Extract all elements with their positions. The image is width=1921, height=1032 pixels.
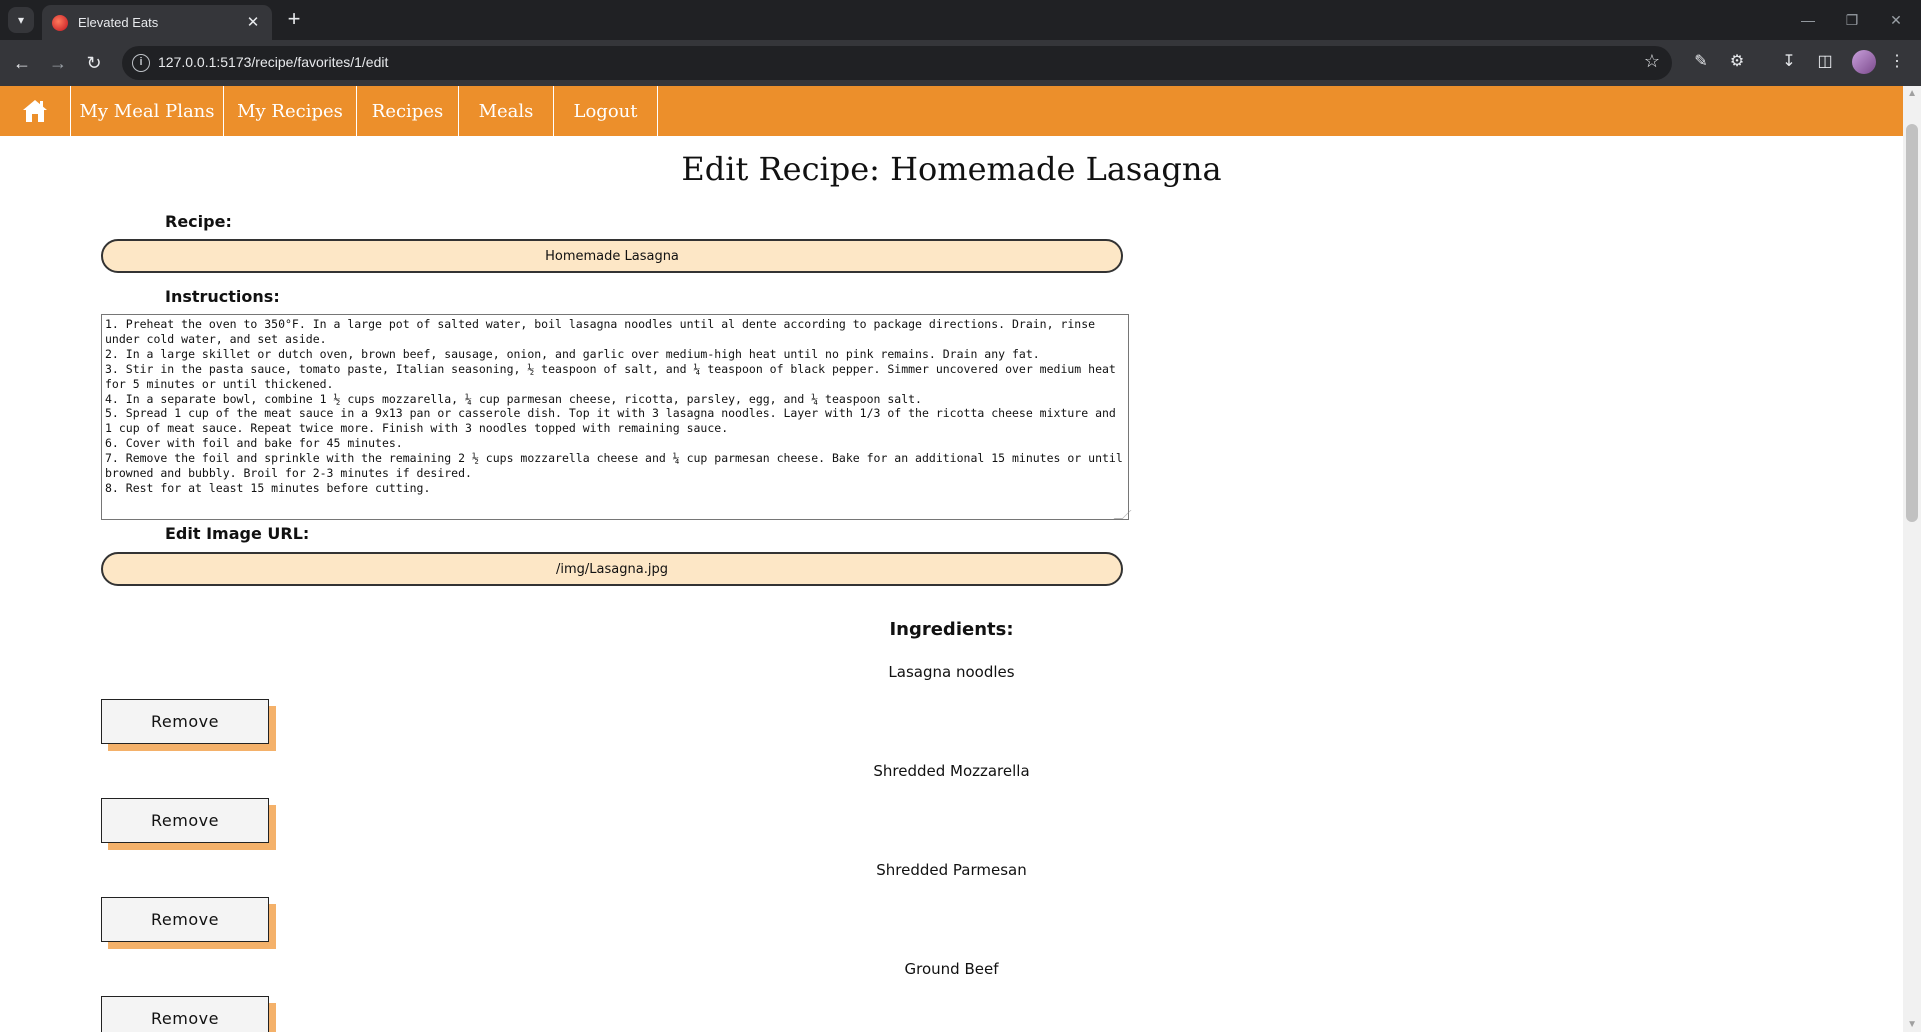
download-icon[interactable]: ↧ xyxy=(1777,50,1801,74)
pen-extension-icon[interactable]: ✎ xyxy=(1689,50,1713,74)
instructions-textarea[interactable]: 1. Preheat the oven to 350°F. In a large… xyxy=(101,314,1129,520)
ingredient-name: Shredded Mozzarella xyxy=(873,762,1030,780)
bookmark-star-icon[interactable]: ☆ xyxy=(1644,51,1660,72)
minimize-icon[interactable]: — xyxy=(1788,6,1828,34)
favicon-icon xyxy=(52,14,68,31)
side-panel-icon[interactable]: ◫ xyxy=(1813,50,1837,74)
new-tab-icon[interactable]: + xyxy=(282,8,306,32)
nav-my-meal-plans[interactable]: My Meal Plans xyxy=(71,86,224,136)
ingredient-name: Ground Beef xyxy=(904,960,999,978)
browser-tab[interactable]: Elevated Eats ✕ xyxy=(42,5,272,40)
ingredients-heading: Ingredients: xyxy=(889,619,1014,640)
image-url-label: Edit Image URL: xyxy=(165,524,310,543)
remove-ingredient-button[interactable]: Remove xyxy=(101,996,269,1032)
page-scrollbar[interactable]: ▲ ▼ xyxy=(1903,86,1921,1032)
tab-title: Elevated Eats xyxy=(78,15,159,30)
address-bar[interactable]: i 127.0.0.1:5173/recipe/favorites/1/edit… xyxy=(122,46,1672,80)
site-navbar: My Meal Plans My Recipes Recipes Meals L… xyxy=(0,86,1903,136)
remove-ingredient-button[interactable]: Remove xyxy=(101,897,269,942)
profile-avatar[interactable] xyxy=(1852,50,1876,74)
tab-close-icon[interactable]: ✕ xyxy=(244,14,262,32)
ingredient-name: Shredded Parmesan xyxy=(876,861,1027,879)
scroll-down-icon[interactable]: ▼ xyxy=(1907,1019,1917,1030)
browser-toolbar: ← → ↻ i 127.0.0.1:5173/recipe/favorites/… xyxy=(0,40,1921,86)
page-title: Edit Recipe: Homemade Lasagna xyxy=(681,150,1222,188)
recipe-name-input[interactable] xyxy=(101,239,1123,273)
url-text[interactable]: 127.0.0.1:5173/recipe/favorites/1/edit xyxy=(158,54,388,70)
remove-ingredient-button[interactable]: Remove xyxy=(101,699,269,744)
scroll-up-icon[interactable]: ▲ xyxy=(1907,88,1917,99)
recipe-label: Recipe: xyxy=(165,212,232,231)
home-icon[interactable] xyxy=(0,86,71,136)
instructions-label: Instructions: xyxy=(165,287,280,306)
menu-kebab-icon[interactable]: ⋮ xyxy=(1885,50,1909,74)
scrollbar-thumb[interactable] xyxy=(1906,124,1918,522)
image-url-input[interactable] xyxy=(101,552,1123,586)
nav-meals[interactable]: Meals xyxy=(459,86,554,136)
ingredient-name: Lasagna noodles xyxy=(888,663,1015,681)
tab-search-icon[interactable]: ▾ xyxy=(8,7,34,33)
extensions-puzzle-icon[interactable]: ⚙ xyxy=(1725,50,1749,74)
restore-icon[interactable]: ❐ xyxy=(1832,6,1872,34)
window-close-icon[interactable]: ✕ xyxy=(1876,6,1916,34)
remove-ingredient-button[interactable]: Remove xyxy=(101,798,269,843)
back-icon[interactable]: ← xyxy=(8,49,36,77)
nav-recipes[interactable]: Recipes xyxy=(357,86,459,136)
reload-icon[interactable]: ↻ xyxy=(80,49,108,77)
nav-logout[interactable]: Logout xyxy=(554,86,658,136)
site-info-icon[interactable]: i xyxy=(132,54,150,72)
browser-tabstrip: ▾ Elevated Eats ✕ + — ❐ ✕ xyxy=(0,0,1921,40)
forward-icon[interactable]: → xyxy=(44,49,72,77)
page-viewport: My Meal Plans My Recipes Recipes Meals L… xyxy=(0,86,1921,1032)
nav-my-recipes[interactable]: My Recipes xyxy=(224,86,357,136)
